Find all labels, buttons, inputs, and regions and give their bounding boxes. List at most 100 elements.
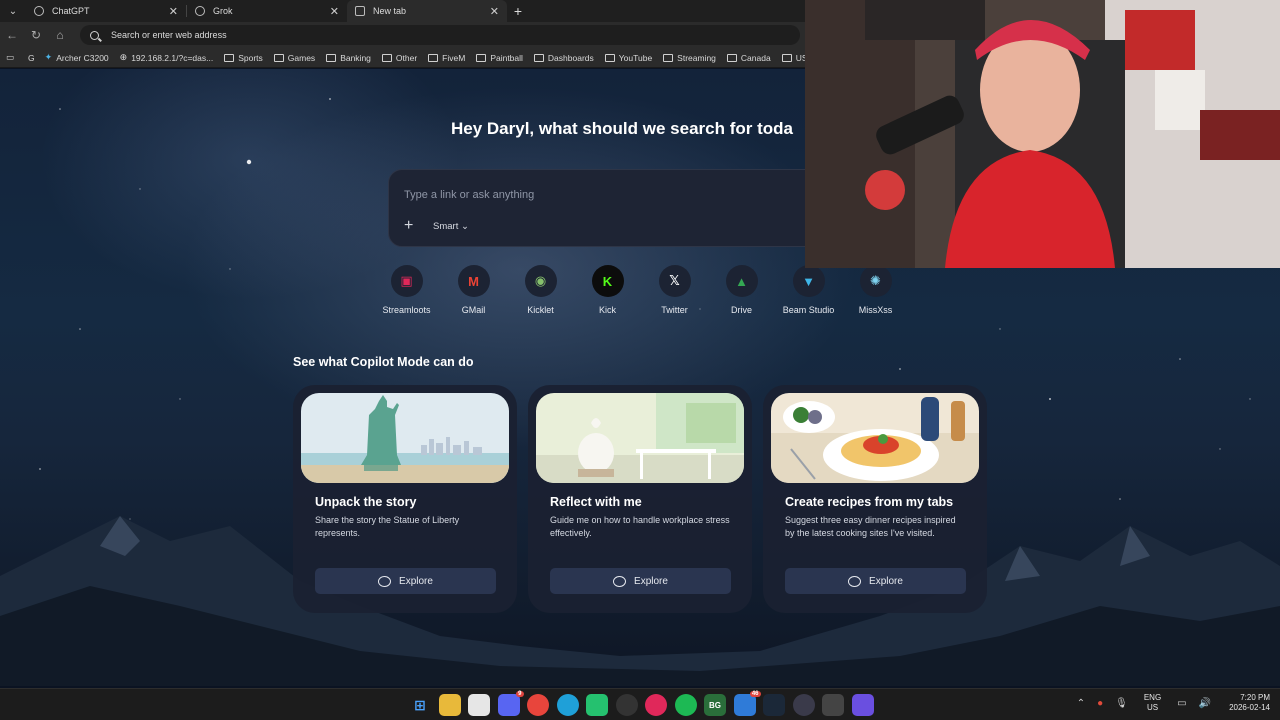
pasta-dish-illustration xyxy=(771,393,979,483)
folder-icon xyxy=(604,53,615,62)
windows-start-icon[interactable]: ⊞ xyxy=(409,694,431,716)
bookmark-label: Sports xyxy=(238,52,263,63)
greeting-heading: Hey Daryl, what should we search for tod… xyxy=(451,119,793,138)
chevron-up-icon[interactable]: ⌃ xyxy=(1077,698,1085,709)
tab-chatgpt[interactable]: ChatGPT ✕ xyxy=(26,0,186,22)
shortcut-streamloots[interactable]: ▣ Streamloots xyxy=(373,265,440,315)
kick-icon: K xyxy=(591,265,624,297)
shortcut-label: GMail xyxy=(461,305,486,315)
refresh-button[interactable]: ↻ xyxy=(24,23,48,47)
bookmark-label: Streaming xyxy=(677,52,716,63)
bookmark-label: Banking xyxy=(340,52,371,63)
copilot-card[interactable]: Create recipes from my tabs Suggest thre… xyxy=(763,385,987,613)
shortcut-drive[interactable]: ▲ Drive xyxy=(708,265,775,315)
obs-icon[interactable] xyxy=(615,694,638,716)
streamdeck-icon[interactable] xyxy=(792,694,815,716)
bookmark-folder[interactable]: Streaming xyxy=(663,53,716,63)
microphone-icon[interactable]: 🎙 xyxy=(1115,698,1128,709)
chatgpt-icon xyxy=(34,6,44,16)
back-button[interactable]: ← xyxy=(0,23,24,47)
bg-app-icon[interactable]: BG xyxy=(704,694,726,716)
shortcut-label: Kick xyxy=(598,305,616,315)
folder-icon xyxy=(476,53,487,62)
network-icon[interactable]: ▭ xyxy=(1177,698,1186,709)
globe-icon: ⊕ xyxy=(119,52,128,62)
x-icon: 𝕏 xyxy=(658,265,691,297)
calculator-icon[interactable] xyxy=(851,694,874,716)
bookmark-item[interactable]: ✦ Archer C3200 xyxy=(45,52,109,63)
card-description: Guide me on how to handle workplace stre… xyxy=(550,515,730,538)
clock[interactable]: 7:20 PM 2026-02-14 xyxy=(1229,693,1270,713)
shortcut-kick[interactable]: K Kick xyxy=(574,265,641,315)
address-bar[interactable]: Search or enter web address xyxy=(80,25,800,45)
bookmark-label: Dashboards xyxy=(547,52,594,63)
new-tab-button[interactable]: + xyxy=(507,3,529,19)
game-icon[interactable] xyxy=(822,694,844,716)
diffuser-room-illustration xyxy=(536,393,744,483)
explore-button[interactable]: Explore xyxy=(315,568,496,594)
close-icon[interactable]: ✕ xyxy=(490,5,499,18)
copilot-card[interactable]: Reflect with me Guide me on how to handl… xyxy=(528,385,752,613)
bookmark-item[interactable]: ⊕ 192.168.2.1/?c=das... xyxy=(120,52,214,63)
clock-time: 7:20 PM xyxy=(1240,693,1270,702)
discord-icon[interactable]: 9 xyxy=(497,691,524,716)
file-explorer-icon[interactable] xyxy=(438,694,461,716)
card-description: Suggest three easy dinner recipes inspir… xyxy=(785,515,956,538)
bookmark-folder[interactable]: Banking xyxy=(326,53,371,63)
bookmark-folder[interactable]: FiveM xyxy=(428,53,465,63)
spotify-icon[interactable] xyxy=(674,694,697,716)
gmail-icon: M xyxy=(457,265,490,297)
streamer-webcam-image xyxy=(805,0,1280,268)
shortcut-label: MissXss xyxy=(858,305,893,315)
mail-icon[interactable]: 46 xyxy=(733,691,761,716)
tab-title: ChatGPT xyxy=(52,6,90,16)
chrome-icon[interactable] xyxy=(527,694,549,716)
edge-icon[interactable] xyxy=(556,694,579,716)
tab-actions-menu[interactable]: ⌄ xyxy=(0,0,26,22)
streamloots-taskbar-icon[interactable] xyxy=(645,694,667,716)
shortcut-label: Drive xyxy=(730,305,752,315)
shortcut-twitter[interactable]: 𝕏 Twitter xyxy=(641,265,708,315)
explore-button[interactable]: Explore xyxy=(785,568,966,594)
shortcut-missxss[interactable]: ✺ MissXss xyxy=(842,265,909,315)
add-attachment-button[interactable]: + xyxy=(404,217,413,235)
mode-selector[interactable]: Smart ⌄ xyxy=(433,221,469,232)
tab-title: New tab xyxy=(373,6,407,16)
bookmark-google-icon[interactable]: G xyxy=(28,53,35,63)
app-tray-icon[interactable]: ● xyxy=(1097,698,1103,709)
folder-icon xyxy=(726,53,737,62)
shortcut-kicklet[interactable]: ◉ Kicklet xyxy=(507,265,574,315)
store-icon[interactable] xyxy=(468,694,490,716)
language-indicator[interactable]: ENG US xyxy=(1144,693,1161,713)
close-icon[interactable]: ✕ xyxy=(169,5,178,18)
copilot-card[interactable]: Unpack the story Share the story the Sta… xyxy=(293,385,517,613)
tab-new-tab[interactable]: New tab ✕ xyxy=(347,0,507,22)
shortcut-gmail[interactable]: M GMail xyxy=(440,265,507,315)
bookmark-folder[interactable]: Paintball xyxy=(476,53,523,63)
tab-grok[interactable]: Grok ✕ xyxy=(187,0,347,22)
bookmark-folder[interactable]: Canada xyxy=(726,53,771,63)
shortcut-label: Twitter xyxy=(661,305,688,315)
close-icon[interactable]: ✕ xyxy=(330,5,339,18)
bookmark-folder[interactable]: Sports xyxy=(224,53,263,63)
bookmark-folder[interactable]: Other xyxy=(381,53,417,63)
card-title: Create recipes from my tabs xyxy=(785,495,954,509)
bookmark-folder[interactable]: Games xyxy=(273,53,315,63)
bookmark-label: 192.168.2.1/?c=das... xyxy=(131,52,214,63)
whatsapp-icon[interactable] xyxy=(586,694,608,716)
volume-icon[interactable]: 🔊 xyxy=(1199,698,1211,709)
home-button[interactable]: ⌂ xyxy=(48,23,72,47)
bookmark-folder[interactable]: Dashboards xyxy=(533,52,594,63)
explore-button[interactable]: Explore xyxy=(550,568,731,594)
sidebar-toggle-icon[interactable]: ▭ xyxy=(6,52,14,63)
bookmark-folder[interactable]: YouTube xyxy=(604,53,652,63)
copilot-search-box[interactable]: Type a link or ask anything + Smart ⌄ xyxy=(388,169,808,247)
shortcut-beam-studio[interactable]: ▼ Beam Studio xyxy=(775,265,842,315)
search-placeholder: Type a link or ask anything xyxy=(404,189,535,201)
chevron-down-icon: ⌄ xyxy=(8,5,18,17)
notification-badge: 46 xyxy=(749,691,761,697)
chat-bubble-icon xyxy=(378,575,392,587)
shortcut-row: ▣ Streamloots M GMail ◉ Kicklet K Kick 𝕏… xyxy=(373,265,909,315)
folder-icon xyxy=(224,53,235,62)
steam-icon[interactable] xyxy=(763,694,785,716)
